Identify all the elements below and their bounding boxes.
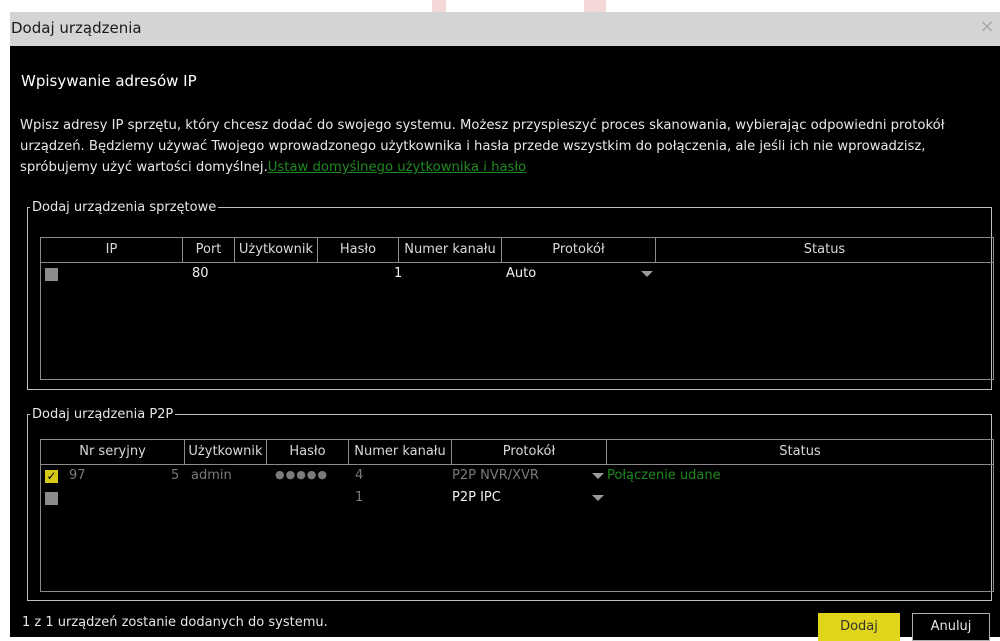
column-header-user[interactable]: Użytkownik — [185, 440, 267, 464]
description-text: Wpisz adresy IP sprzętu, który chcesz do… — [20, 115, 995, 178]
column-header-port[interactable]: Port — [183, 238, 235, 262]
serial-cell-end[interactable]: 5 — [171, 468, 179, 483]
section-heading: Wpisywanie adresów IP — [21, 72, 197, 90]
column-header-channel[interactable]: Numer kanału — [399, 238, 502, 262]
protocol-cell[interactable]: P2P IPC — [452, 490, 501, 505]
column-header-password[interactable]: Hasło — [318, 238, 399, 262]
protocol-cell[interactable]: Auto — [506, 266, 536, 281]
close-icon[interactable]: × — [976, 16, 998, 38]
table-header: IP Port Użytkownik Hasło Numer kanału Pr… — [41, 238, 993, 263]
protocol-cell[interactable]: P2P NVR/XVR — [452, 468, 539, 483]
column-header-serial[interactable]: Nr seryjny — [41, 440, 185, 464]
row-checkbox[interactable] — [45, 268, 58, 281]
chevron-down-icon[interactable] — [592, 495, 604, 501]
channel-cell[interactable]: 1 — [355, 490, 363, 505]
background-strip — [0, 0, 1000, 12]
row-checkbox[interactable] — [45, 492, 58, 505]
column-header-status[interactable]: Status — [656, 238, 993, 262]
column-header-user[interactable]: Użytkownik — [235, 238, 318, 262]
column-header-ip[interactable]: IP — [41, 238, 183, 262]
port-cell[interactable]: 80 — [192, 266, 209, 281]
dialog-title: Dodaj urządzenia — [11, 19, 142, 37]
table-header: Nr seryjny Użytkownik Hasło Numer kanału… — [41, 440, 993, 465]
column-header-password[interactable]: Hasło — [267, 440, 349, 464]
dialog-titlebar: Dodaj urządzenia × — [10, 12, 1000, 46]
column-header-protocol[interactable]: Protokół — [452, 440, 607, 464]
chevron-down-icon[interactable] — [592, 473, 604, 479]
hardware-devices-table: IP Port Użytkownik Hasło Numer kanału Pr… — [40, 237, 994, 380]
p2p-group-legend: Dodaj urządzenia P2P — [32, 407, 174, 422]
column-header-status[interactable]: Status — [607, 440, 993, 464]
row-checkbox[interactable]: ✓ — [45, 470, 58, 483]
user-cell[interactable]: admin — [191, 468, 232, 483]
status-cell: Połączenie udane — [607, 468, 721, 483]
background-mark — [584, 0, 606, 12]
p2p-devices-table: Nr seryjny Użytkownik Hasło Numer kanału… — [40, 439, 994, 592]
background-mark — [432, 0, 446, 12]
chevron-down-icon[interactable] — [641, 271, 653, 277]
set-default-credentials-link[interactable]: Ustaw domyślnego użytkownika i hasło — [268, 160, 526, 175]
serial-cell-start[interactable]: 97 — [69, 468, 86, 483]
hardware-group-legend: Dodaj urządzenia sprzętowe — [32, 200, 217, 215]
column-header-protocol[interactable]: Protokół — [502, 238, 656, 262]
password-cell[interactable]: ●●●●● — [275, 468, 328, 481]
channel-cell[interactable]: 4 — [355, 468, 363, 483]
column-header-channel[interactable]: Numer kanału — [349, 440, 452, 464]
channel-cell[interactable]: 1 — [394, 266, 402, 281]
add-devices-dialog: Dodaj urządzenia × Wpisywanie adresów IP… — [10, 12, 1000, 641]
summary-text: 1 z 1 urządzeń zostanie dodanych do syst… — [22, 615, 328, 630]
